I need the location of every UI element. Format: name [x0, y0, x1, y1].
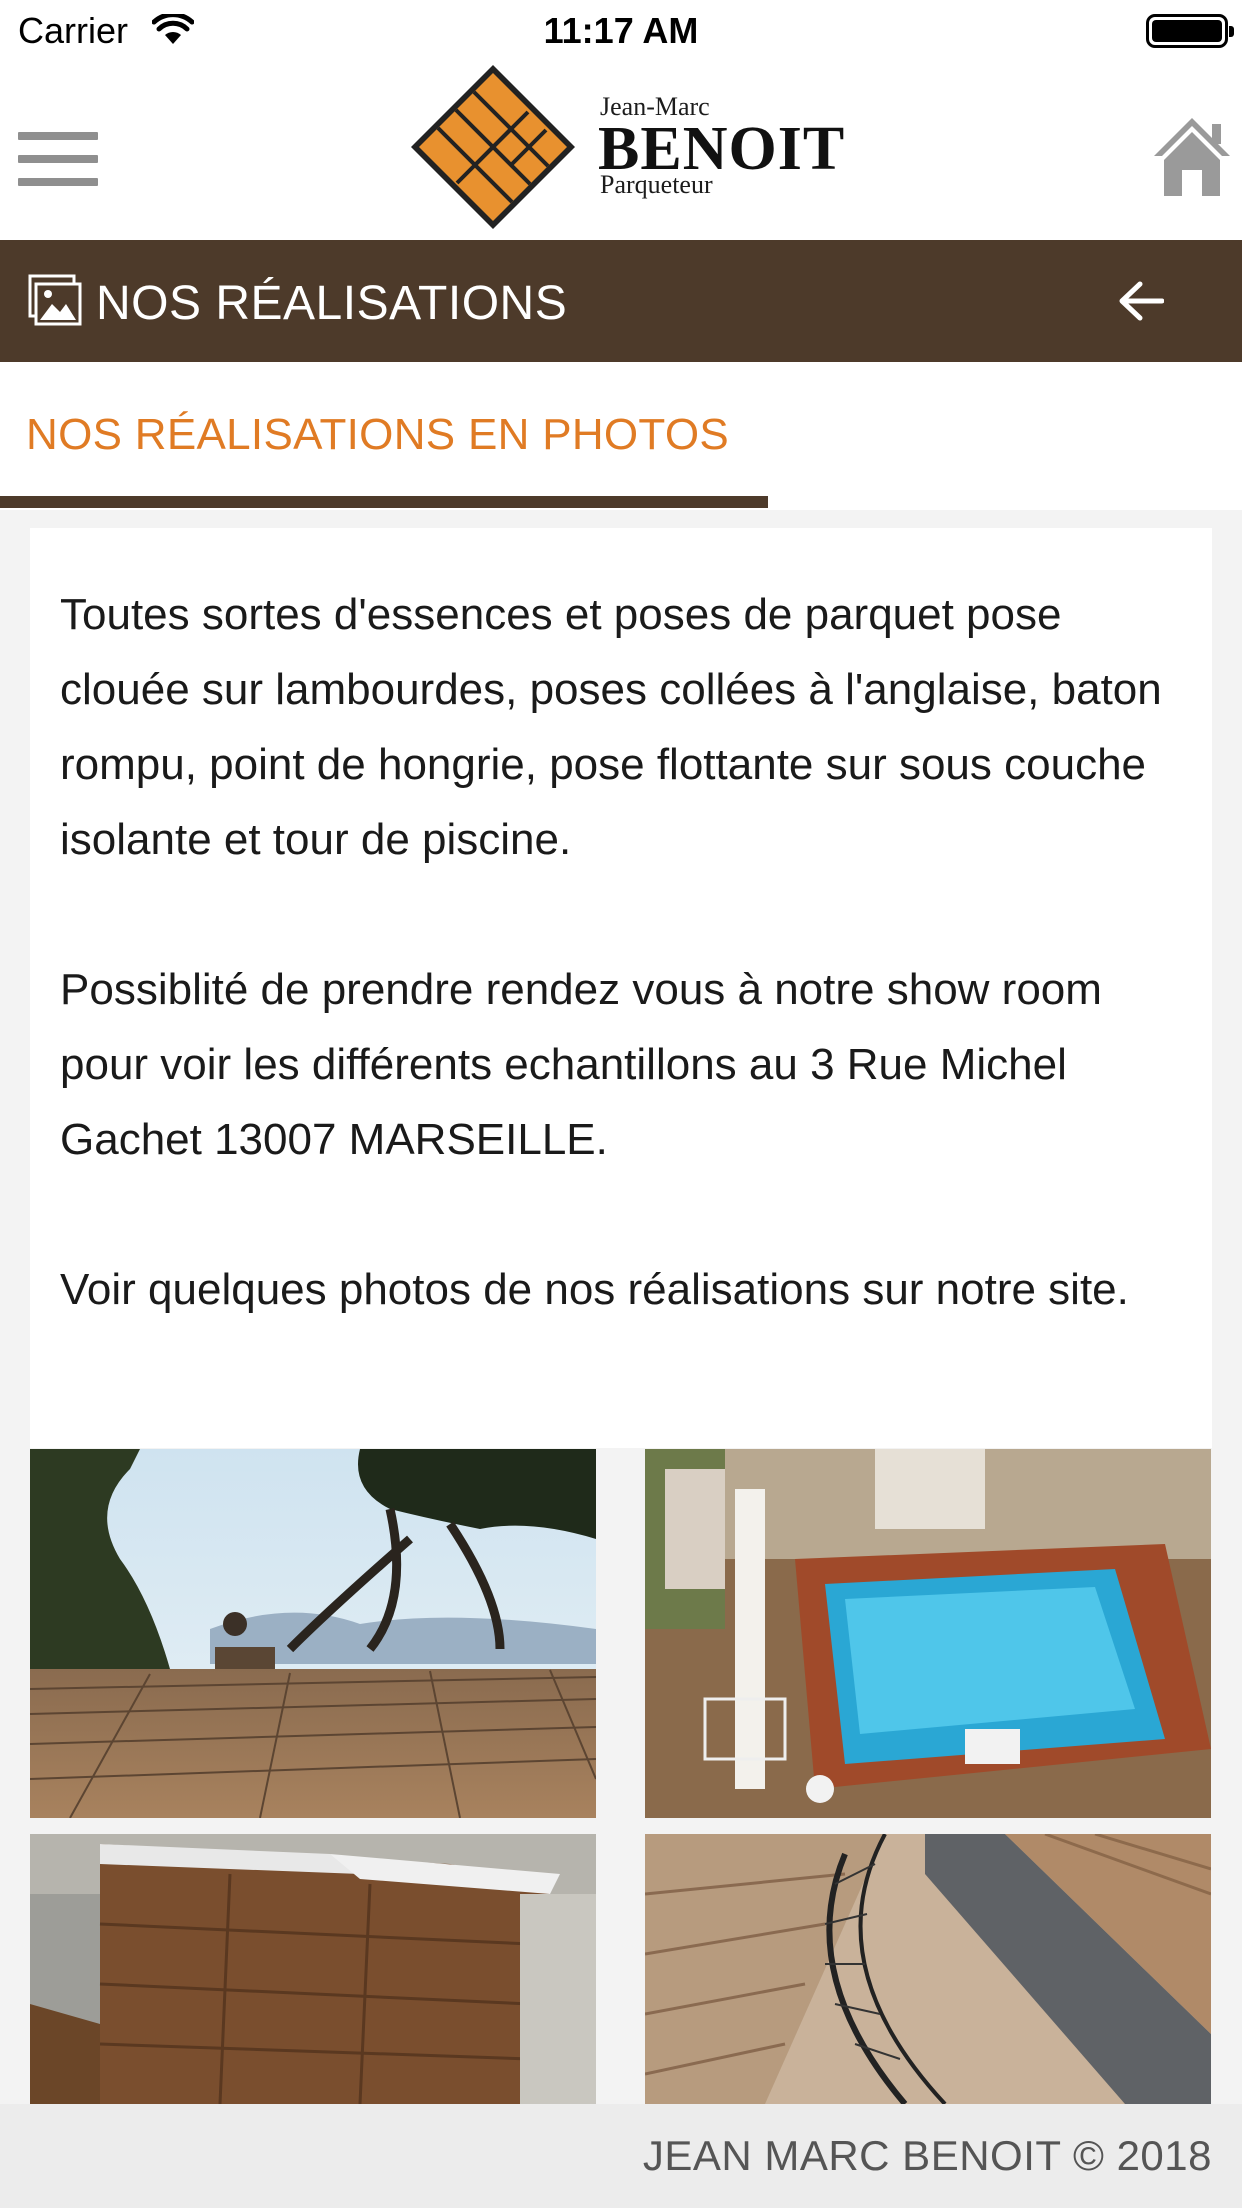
status-time: 11:17 AM	[543, 10, 699, 51]
tab-active-indicator	[0, 496, 768, 508]
paragraph: Possiblité de prendre rendez vous à notr…	[60, 965, 1102, 1164]
footer-copyright: JEAN MARC BENOIT © 2018	[642, 2132, 1212, 2179]
status-bar: Carrier 11:17 AM	[0, 0, 1242, 62]
photo-pool-deck[interactable]	[645, 1449, 1211, 1818]
title-bar: NOS RÉALISATIONS	[0, 240, 1242, 362]
description-text: Toutes sortes d'essences et poses de par…	[60, 577, 1190, 1402]
parquet-logo-icon	[411, 65, 575, 229]
back-arrow-icon[interactable]	[1118, 280, 1164, 322]
photo-staircase[interactable]	[645, 1834, 1211, 2104]
app-header: Jean-Marc BENOIT Parqueteur	[0, 62, 1242, 240]
page-title: NOS RÉALISATIONS	[96, 277, 568, 330]
logo-subtitle: Parqueteur	[600, 170, 713, 199]
footer: JEAN MARC BENOIT © 2018	[0, 2104, 1242, 2208]
photo-deck-sea[interactable]	[30, 1449, 596, 1818]
battery-icon	[1146, 14, 1234, 48]
tab-bar: NOS RÉALISATIONS EN PHOTOS	[0, 362, 1242, 510]
paragraph: Voir quelques photos de nos réalisations…	[60, 1265, 1129, 1314]
hamburger-icon[interactable]	[18, 132, 98, 186]
photos-icon	[28, 274, 82, 326]
tab-photos[interactable]: NOS RÉALISATIONS EN PHOTOS	[26, 410, 729, 460]
photo-bathtub[interactable]	[30, 1834, 596, 2104]
logo[interactable]: Jean-Marc BENOIT Parqueteur	[408, 62, 844, 232]
home-icon[interactable]	[1152, 114, 1232, 198]
paragraph: Toutes sortes d'essences et poses de par…	[60, 590, 1162, 864]
